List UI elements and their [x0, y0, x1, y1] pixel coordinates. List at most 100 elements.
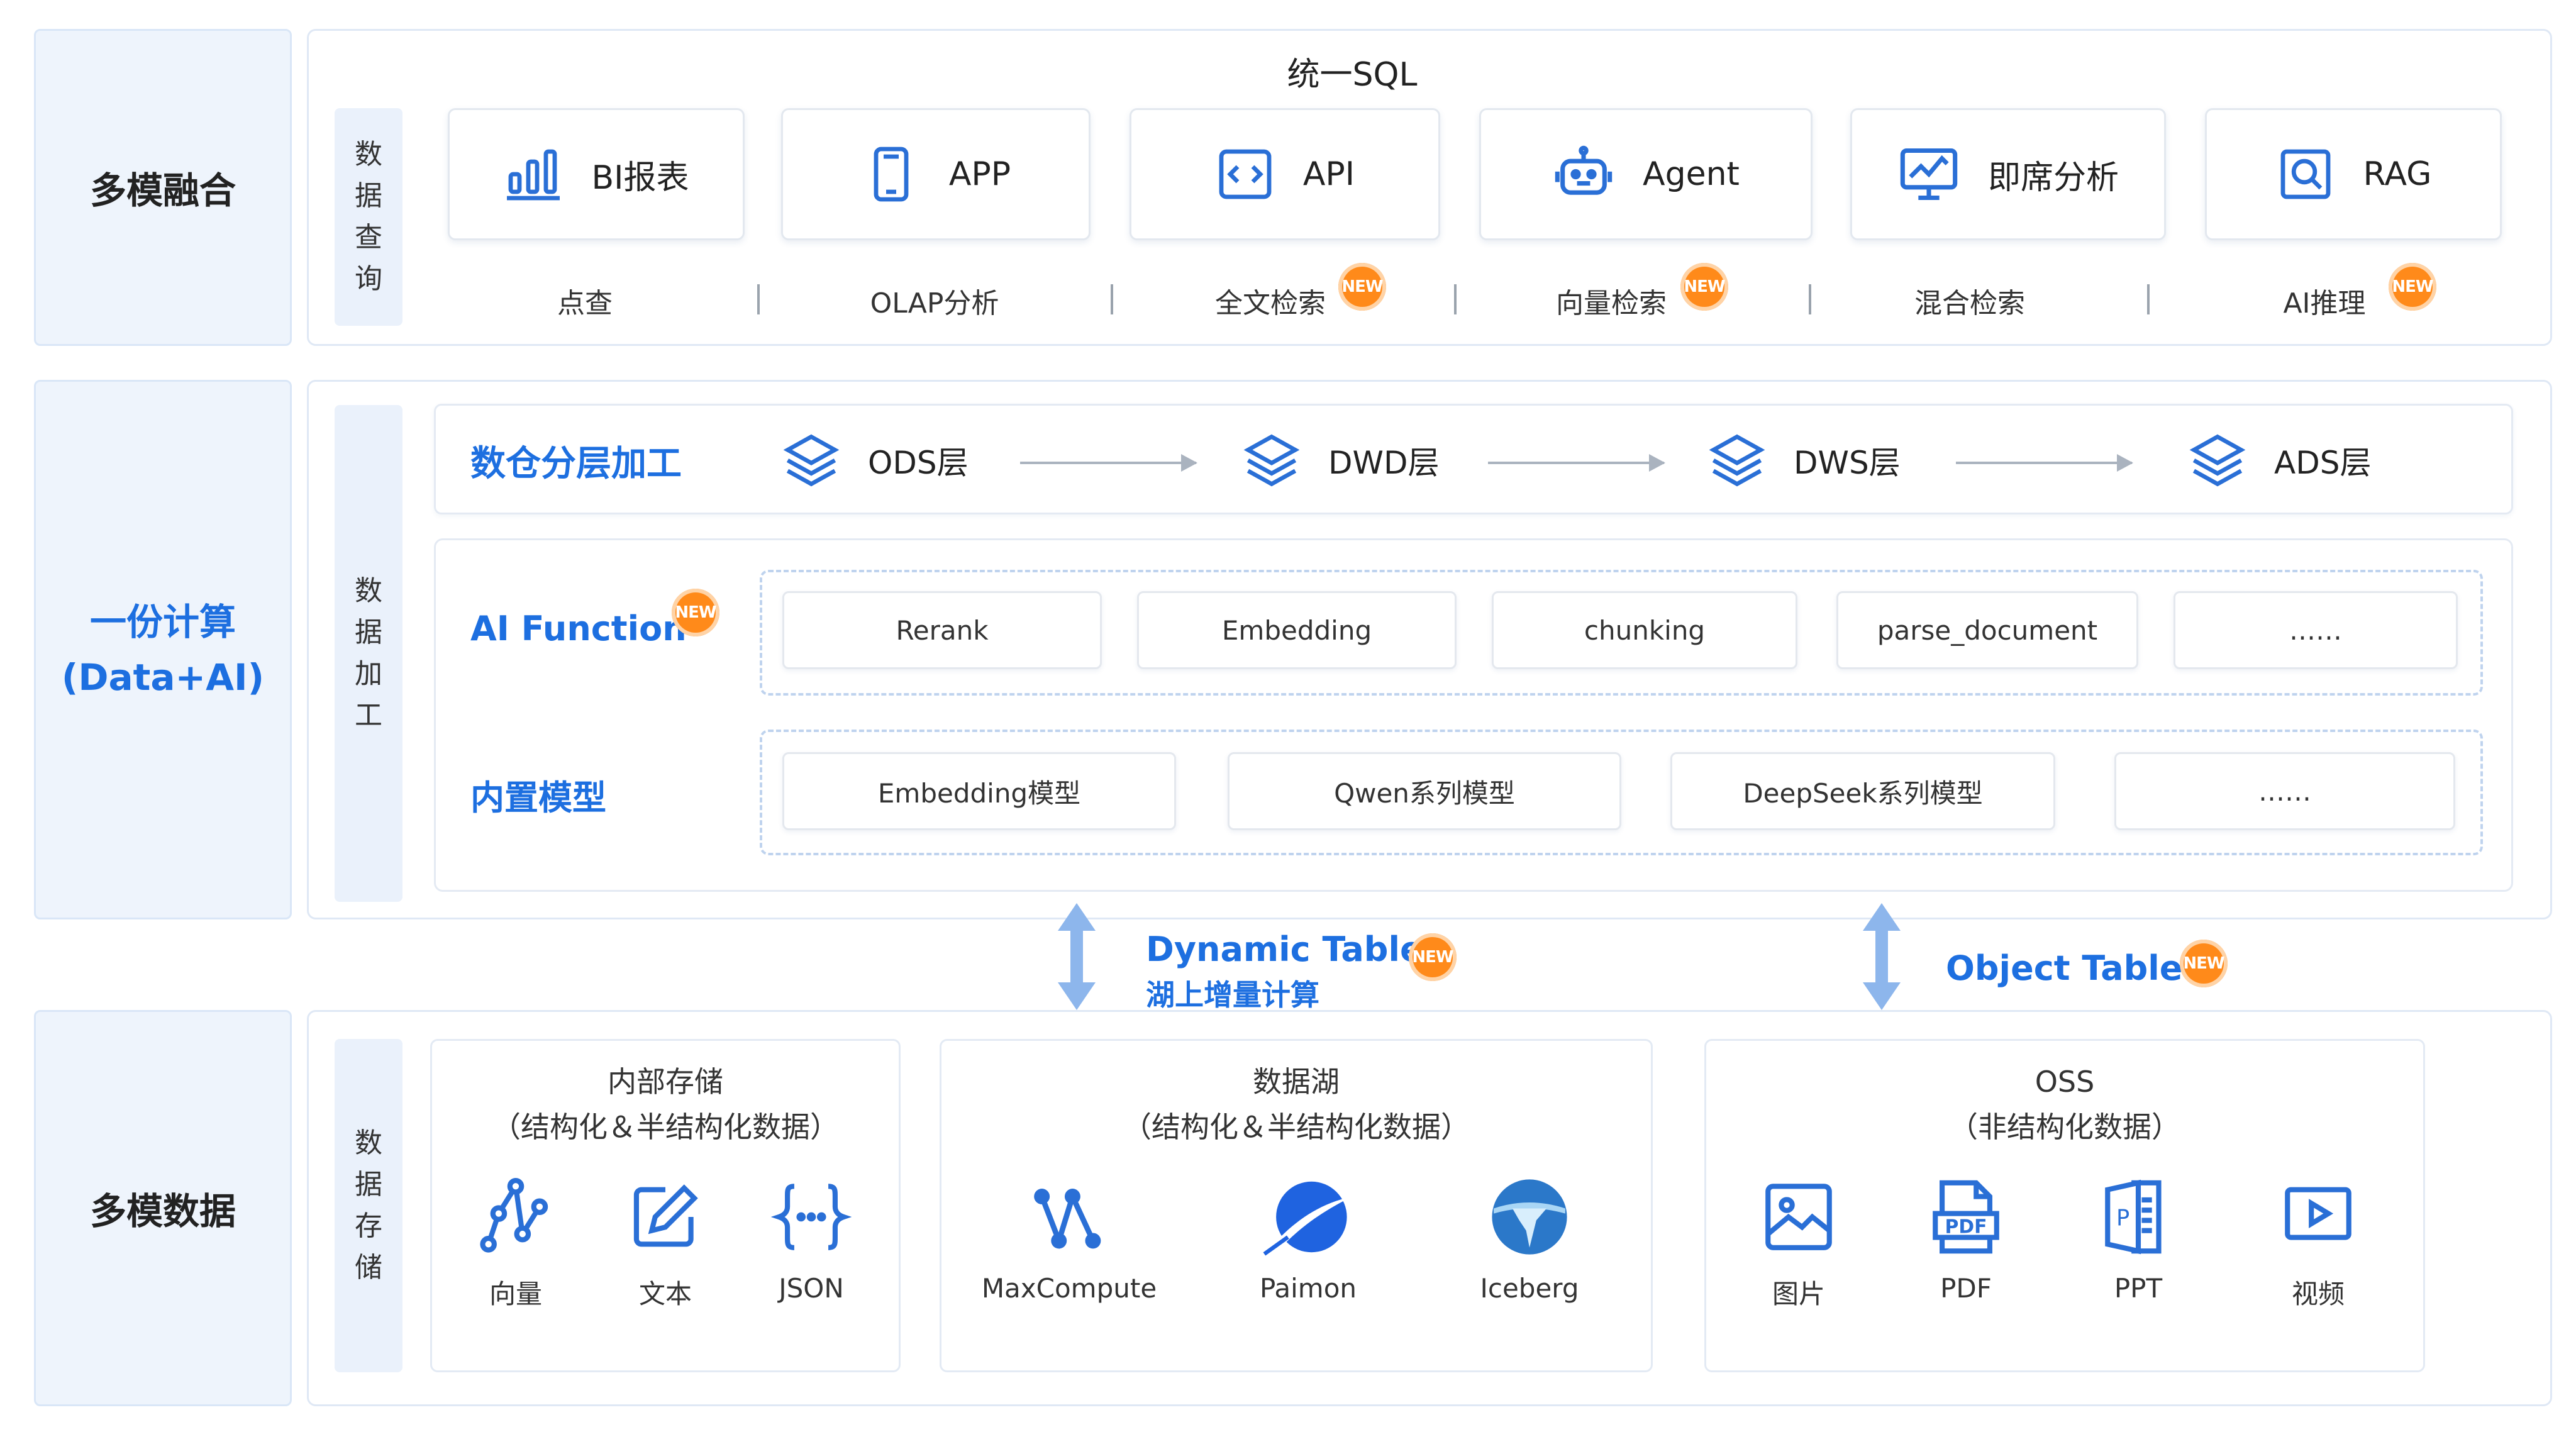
oss-item-pdf: PDF PDF — [1903, 1176, 2029, 1304]
model-qwen[interactable]: Qwen系列模型 — [1228, 752, 1621, 830]
builtin-models-title: 内置模型 — [470, 778, 606, 818]
row-label-compute-line1: 一份计算 — [89, 601, 236, 643]
query-vertical-label: 数 据 查 询 — [335, 108, 402, 326]
card-api[interactable]: API — [1130, 108, 1440, 240]
card-label: Agent — [1643, 155, 1740, 193]
vchar: 加 — [355, 658, 382, 690]
new-badge: NEW — [2389, 263, 2436, 311]
new-badge: NEW — [2180, 940, 2228, 987]
search-doc-icon — [2280, 149, 2330, 199]
oss-item-label: PDF — [1940, 1273, 1992, 1304]
model-more[interactable]: …… — [2114, 752, 2455, 830]
model-deepseek[interactable]: DeepSeek系列模型 — [1670, 752, 2055, 830]
separator — [1809, 284, 1811, 314]
card-label: APP — [948, 155, 1011, 193]
image-icon — [1765, 1184, 1832, 1250]
card-adhoc-analysis[interactable]: 即席分析 — [1850, 108, 2166, 240]
query-label-fulltext: 全文检索 — [1215, 287, 1326, 319]
data-lake-subtitle: （结构化＆半结构化数据） — [1123, 1110, 1470, 1144]
json-braces-icon — [770, 1184, 852, 1250]
oss-item-label: 图片 — [1772, 1279, 1825, 1309]
storage-item-label: JSON — [779, 1273, 844, 1304]
oss-item-label: 视频 — [2291, 1279, 2345, 1309]
oss-item-image: 图片 — [1736, 1176, 1862, 1311]
vchar: 存 — [355, 1210, 382, 1242]
function-embedding[interactable]: Embedding — [1137, 591, 1457, 669]
row-label-compute: 一份计算 (Data+AI) — [34, 380, 292, 919]
robot-icon — [1555, 145, 1613, 195]
vchar: 数 — [355, 138, 382, 170]
phone-icon — [874, 147, 909, 202]
function-rerank[interactable]: Rerank — [782, 591, 1102, 669]
new-badge: NEW — [1409, 933, 1457, 981]
internal-storage-subtitle: （结构化＆半结构化数据） — [492, 1110, 839, 1144]
ai-function-title: AI Function — [470, 609, 687, 648]
separator — [1454, 284, 1457, 314]
flow-arrow-head — [1649, 454, 1665, 472]
separator — [1111, 284, 1113, 314]
separator — [757, 284, 760, 314]
card-bi-report[interactable]: BI报表 — [448, 108, 745, 240]
layer-label: DWS层 — [1794, 445, 1901, 481]
row-label-data-text: 多模数据 — [89, 1190, 236, 1233]
code-icon — [1219, 149, 1272, 199]
new-badge: NEW — [672, 589, 719, 636]
function-more[interactable]: …… — [2174, 591, 2458, 669]
separator — [2147, 284, 2150, 314]
layer-label: DWD层 — [1328, 445, 1440, 481]
video-icon — [2285, 1187, 2351, 1240]
vchar: 据 — [355, 180, 382, 212]
layer-ads: ADS层 — [2186, 429, 2371, 492]
card-app[interactable]: APP — [781, 108, 1091, 240]
lake-item-label: MaxCompute — [981, 1273, 1157, 1304]
ppt-icon: P — [2105, 1179, 2162, 1255]
function-chunking[interactable]: chunking — [1492, 591, 1797, 669]
storage-item-label: 向量 — [489, 1279, 542, 1309]
lake-item-maxcompute: MaxCompute — [969, 1176, 1170, 1304]
layer-label: ODS层 — [868, 445, 969, 481]
function-parse-document[interactable]: parse_document — [1836, 591, 2138, 669]
flow-arrow-line — [1956, 462, 2132, 464]
object-table-title: Object Table — [1946, 948, 2183, 988]
layers-icon — [2189, 434, 2246, 487]
dynamic-table-subtitle: 湖上增量计算 — [1146, 978, 1319, 1012]
card-label: 即席分析 — [1987, 158, 2119, 197]
query-label-vector: 向量检索 — [1556, 287, 1667, 319]
storage-item-vector: 向量 — [453, 1176, 579, 1311]
model-embedding[interactable]: Embedding模型 — [782, 752, 1176, 830]
new-badge: NEW — [1680, 263, 1728, 311]
bidirectional-arrow-icon — [1863, 903, 1901, 1010]
oss-item-label: PPT — [2114, 1273, 2163, 1304]
lake-item-label: Iceberg — [1480, 1273, 1579, 1304]
card-label: API — [1302, 155, 1355, 193]
card-label: RAG — [2363, 155, 2432, 193]
flow-arrow-line — [1020, 462, 1196, 464]
flow-arrow-head — [2117, 454, 2133, 472]
vchar: 据 — [355, 616, 382, 648]
query-label-point: 点查 — [557, 287, 613, 319]
vector-icon — [480, 1177, 548, 1253]
maxcompute-logo-icon — [1034, 1189, 1101, 1250]
card-agent[interactable]: Agent — [1479, 108, 1813, 240]
layer-dwd: DWD层 — [1240, 429, 1439, 492]
paimon-logo-icon — [1263, 1181, 1352, 1256]
vchar: 据 — [355, 1169, 382, 1201]
layers-icon — [783, 434, 840, 487]
layers-title: 数仓分层加工 — [470, 443, 682, 484]
query-label-hybrid: 混合检索 — [1914, 287, 2025, 319]
lake-item-iceberg: Iceberg — [1429, 1176, 1630, 1304]
card-rag[interactable]: RAG — [2205, 108, 2502, 240]
vchar: 数 — [355, 575, 382, 607]
oss-title: OSS — [2035, 1065, 2095, 1099]
oss-subtitle: （非结构化数据） — [1949, 1110, 2180, 1144]
new-badge: NEW — [1338, 263, 1386, 311]
oss-item-ppt: P PPT — [2075, 1176, 2201, 1304]
storage-item-json: JSON — [748, 1176, 874, 1304]
oss-item-video: 视频 — [2255, 1176, 2381, 1311]
vchar: 数 — [355, 1127, 382, 1159]
vchar: 工 — [355, 699, 382, 731]
flow-arrow-head — [1181, 454, 1197, 472]
layers-icon — [1709, 434, 1765, 487]
edit-doc-icon — [633, 1184, 698, 1247]
svg-text:PDF: PDF — [1945, 1216, 1987, 1238]
